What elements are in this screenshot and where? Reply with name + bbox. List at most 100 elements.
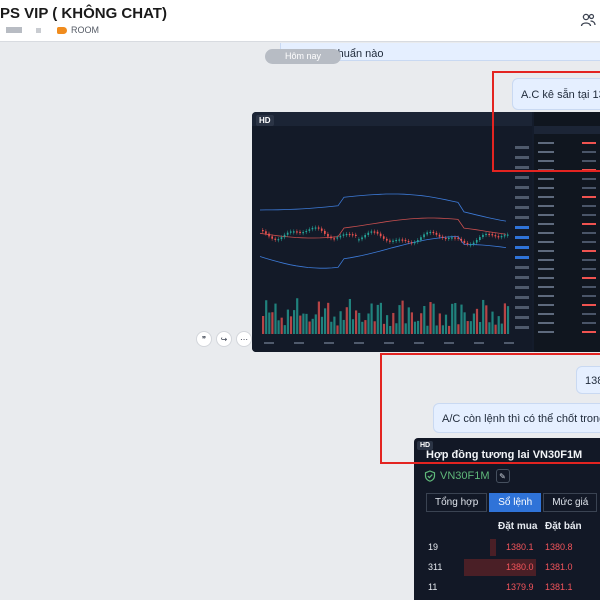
side-panel-value (582, 331, 596, 333)
price-axis-label (515, 296, 529, 299)
volume-bar (324, 308, 327, 334)
volume-bar (339, 311, 342, 334)
volume-bar (308, 321, 311, 334)
volume-bar (382, 323, 386, 334)
hd-badge: HD (256, 115, 274, 126)
candle (389, 240, 391, 242)
price-axis-label (515, 326, 529, 329)
candle (410, 242, 413, 244)
chat-title: PS VIP ( KHÔNG CHAT) (0, 5, 167, 22)
candle (317, 227, 320, 229)
volume-bar (485, 305, 488, 334)
message-list[interactable]: SHORT chuẩn nào Hôm nay A.C kê sẵn tại 1… (0, 43, 600, 600)
side-panel-row (538, 304, 554, 306)
candle (379, 233, 382, 237)
side-panel-value (582, 241, 596, 243)
candle (286, 232, 289, 235)
volume-bar (274, 303, 277, 334)
chat-subline: ROOM (6, 24, 99, 36)
tab-price-level[interactable]: Mức giá (543, 493, 598, 512)
volume-bar (265, 300, 268, 334)
share-icon[interactable]: ↪ (216, 331, 232, 347)
tab-orderbook[interactable]: Sổ lệnh (489, 493, 542, 512)
volume-bar (482, 299, 485, 334)
candle (482, 234, 484, 238)
price-axis-label (515, 286, 529, 289)
room-tag[interactable]: ROOM (57, 25, 99, 35)
time-axis-label (294, 342, 304, 344)
candle (398, 239, 401, 241)
volume-bar (289, 316, 293, 334)
edit-icon[interactable]: ✎ (495, 469, 510, 483)
members-icon[interactable] (580, 12, 596, 28)
volume-bar (410, 312, 413, 334)
time-axis-label (414, 342, 424, 344)
candle (364, 234, 366, 238)
time-axis-label (444, 342, 454, 344)
candle (488, 233, 490, 236)
side-panel-row (538, 205, 554, 207)
volume-bar (370, 303, 373, 334)
volume-bar (404, 323, 407, 334)
volume-bar (330, 321, 333, 334)
candle (342, 234, 345, 236)
col-sell-header: Đặt bán (545, 521, 582, 532)
candle (361, 237, 363, 240)
table-row: 19 1380.1 1380.8 (414, 539, 600, 557)
candle (296, 231, 298, 233)
volume-bar (348, 298, 351, 334)
volume-bar (376, 304, 379, 334)
shield-icon (424, 470, 436, 482)
volume-bar (361, 321, 364, 334)
volume-bar (413, 321, 417, 334)
volume-bar (417, 320, 420, 334)
side-panel-value (582, 322, 596, 324)
candle (497, 236, 500, 238)
volume-bar (472, 313, 475, 334)
candle (420, 237, 422, 241)
volume-bar (488, 322, 491, 334)
volume-bar (277, 320, 280, 334)
row-volume: 19 (428, 542, 439, 552)
volume-bar (311, 318, 314, 334)
candle (308, 229, 311, 231)
side-panel-value (582, 223, 596, 225)
row-sell-price: 1381.0 (545, 562, 573, 572)
side-panel-value (582, 196, 596, 198)
candle (494, 235, 497, 237)
volume-bar (438, 313, 441, 334)
col-buy-header: Đặt mua (498, 521, 538, 532)
symbol-label: VN30F1M (440, 470, 490, 482)
side-panel-value (582, 295, 596, 297)
candle (500, 236, 503, 238)
more-icon[interactable]: ⋯ (236, 331, 252, 347)
side-panel-value (582, 277, 596, 279)
candle (302, 232, 304, 234)
volume-bar (293, 310, 296, 334)
side-panel-row (538, 268, 554, 270)
side-panel-row (538, 286, 554, 288)
candle (355, 234, 357, 236)
candle (432, 231, 435, 234)
candle (336, 237, 339, 239)
row-buy-price: 1379.9 (506, 582, 534, 592)
row-buy-price: 1380.1 (506, 542, 534, 552)
side-panel-value (582, 304, 596, 306)
volume-bar (454, 303, 457, 334)
candle (485, 233, 487, 236)
side-panel-row (538, 196, 554, 198)
tab-summary[interactable]: Tổng hợp (426, 493, 488, 512)
side-panel-value (582, 232, 596, 234)
quote-icon[interactable]: ❞ (196, 331, 212, 347)
side-panel-value (582, 250, 596, 252)
candle (333, 238, 335, 240)
candle (469, 244, 472, 246)
volume-bar (345, 307, 348, 334)
candle (444, 237, 447, 240)
volume-bar (506, 306, 510, 334)
volume-bar (373, 321, 376, 334)
price-axis-label (515, 176, 529, 179)
time-axis-label (324, 342, 334, 344)
side-panel-value (582, 259, 596, 261)
volume-bar (327, 302, 330, 334)
